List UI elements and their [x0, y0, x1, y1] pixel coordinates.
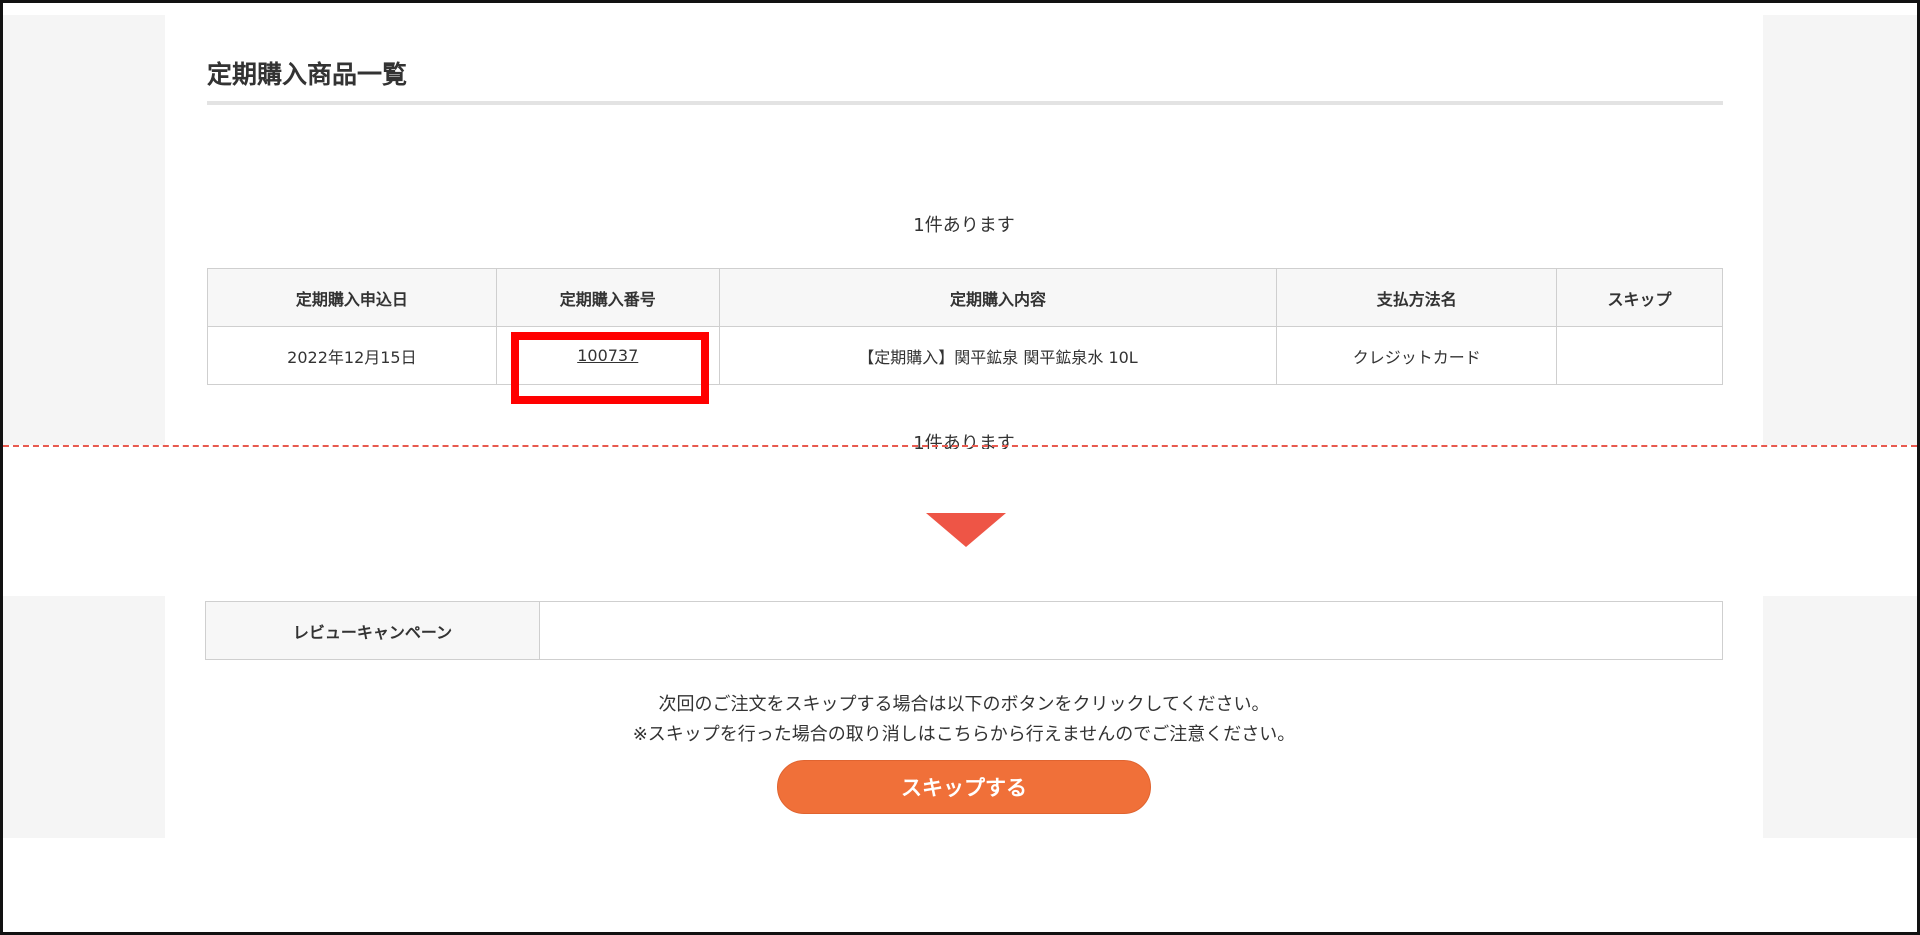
cell-order-date: 2022年12月15日 — [207, 326, 497, 385]
bottom-panel: レビューキャンペーン 次回のご注文をスキップする場合は以下のボタンをクリックして… — [3, 596, 1917, 838]
review-campaign-label: レビューキャンペーン — [205, 601, 540, 660]
table-header-row: 定期購入申込日 定期購入番号 定期購入内容 支払方法名 スキップ — [207, 268, 1723, 327]
section-divider — [3, 445, 1917, 447]
skip-notice-text: 次回のご注文をスキップする場合は以下のボタンをクリックしてください。 — [658, 694, 1270, 715]
cell-payment-method: クレジットカード — [1276, 326, 1558, 385]
subscription-detail-section: レビューキャンペーン 次回のご注文をスキップする場合は以下のボタンをクリックして… — [165, 596, 1763, 838]
table-row: 2022年12月15日 100737 【定期購入】関平鉱泉 関平鉱泉水 10L … — [207, 326, 1723, 385]
arrow-down-icon — [926, 513, 1006, 547]
top-panel: 定期購入商品一覧 1件あります 定期購入申込日 定期購入番号 定期購入内容 支払… — [3, 15, 1917, 449]
table-row: レビューキャンペーン — [205, 601, 1723, 660]
page-title: 定期購入商品一覧 — [207, 60, 408, 89]
review-campaign-value — [539, 601, 1723, 660]
subscription-table: 定期購入申込日 定期購入番号 定期購入内容 支払方法名 スキップ 2022年12… — [207, 268, 1723, 385]
cell-subscription-content: 【定期購入】関平鉱泉 関平鉱泉水 10L — [718, 326, 1278, 385]
subscription-list-section: 定期購入商品一覧 1件あります 定期購入申込日 定期購入番号 定期購入内容 支払… — [165, 15, 1763, 449]
skip-warning-text: ※スキップを行った場合の取り消しはこちらから行えませんのでご注意ください。 — [632, 724, 1296, 745]
skip-button[interactable]: スキップする — [777, 760, 1151, 814]
header-subscription-content: 定期購入内容 — [718, 268, 1278, 327]
header-subscription-number: 定期購入番号 — [495, 268, 720, 327]
result-count: 1件あります — [913, 215, 1015, 236]
header-payment-method: 支払方法名 — [1276, 268, 1558, 327]
cell-subscription-number: 100737 — [495, 326, 720, 385]
subscription-number-link[interactable]: 100737 — [577, 346, 638, 365]
header-skip: スキップ — [1556, 268, 1723, 327]
cell-skip — [1556, 326, 1723, 385]
title-divider — [207, 101, 1723, 105]
review-campaign-table: レビューキャンペーン — [205, 601, 1723, 660]
header-order-date: 定期購入申込日 — [207, 268, 497, 327]
screenshot-frame: 定期購入商品一覧 1件あります 定期購入申込日 定期購入番号 定期購入内容 支払… — [0, 0, 1920, 935]
